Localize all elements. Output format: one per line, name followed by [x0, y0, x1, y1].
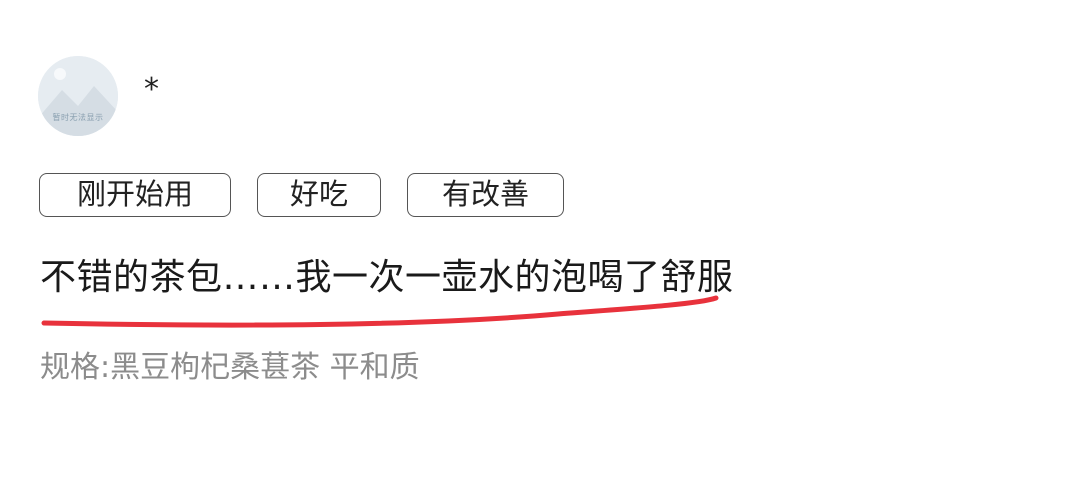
red-underline-mark [41, 295, 719, 328]
tag-item[interactable]: 有改善 [407, 173, 564, 217]
avatar-caption: 暂时无法显示 [52, 113, 104, 122]
review-card: 暂时无法显示 * 刚开始用 好吃 有改善 不错的茶包……我一次一壶水的泡喝了舒服… [0, 0, 1080, 493]
spec-text: 规格:黑豆枸杞桑葚茶 平和质 [40, 350, 420, 385]
tag-item[interactable]: 好吃 [257, 173, 381, 217]
tag-item[interactable]: 刚开始用 [39, 173, 231, 217]
username: * [144, 72, 159, 107]
avatar[interactable]: 暂时无法显示 [38, 56, 118, 136]
image-placeholder-icon [38, 56, 118, 136]
